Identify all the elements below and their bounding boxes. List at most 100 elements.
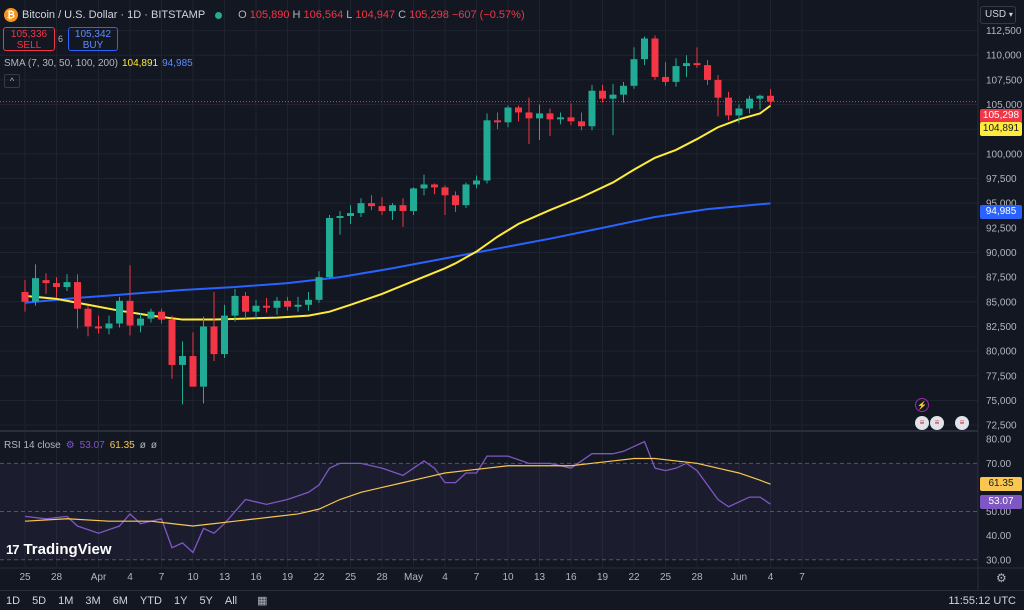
candle-body-4: [63, 282, 71, 288]
candle-body-68: [735, 108, 743, 116]
rsi-ma-price-tag: 61.35: [980, 477, 1022, 491]
candle-body-53: [578, 121, 585, 127]
candle-body-7: [95, 326, 102, 329]
chart-root[interactable]: 112,500110,000107,500105,000102,500100,0…: [0, 0, 1024, 610]
candle-body-10: [126, 300, 134, 326]
candle-body-52: [567, 117, 575, 122]
currency-dropdown[interactable]: USD ▾: [980, 6, 1016, 24]
date-axis-label-3: 4: [127, 572, 133, 583]
rsi-price-tag: 53.07: [980, 495, 1022, 509]
timeframe-6m[interactable]: 6M: [113, 595, 128, 607]
date-axis-label-21: 28: [691, 572, 703, 583]
us-flag-icon-2[interactable]: ≡: [930, 416, 944, 430]
candle-body-29: [326, 217, 333, 278]
date-axis-label-20: 25: [660, 572, 672, 583]
candle-body-47: [515, 107, 522, 113]
rsi-band-background: [0, 463, 978, 560]
candle-body-22: [252, 305, 260, 312]
candle-body-26: [294, 304, 302, 307]
flash-icon[interactable]: ⚡: [915, 398, 929, 412]
candle-body-48: [525, 112, 533, 119]
candle-body-42: [462, 184, 470, 206]
date-axis-label-9: 22: [313, 572, 325, 583]
candle-body-28: [315, 277, 323, 300]
candle-body-51: [557, 117, 564, 120]
buy-button[interactable]: 105,342 BUY: [68, 27, 118, 51]
date-axis-label-22: Jun: [731, 572, 747, 583]
price-axis-label-0: 112,500: [986, 26, 1022, 37]
date-axis-label-7: 16: [250, 572, 262, 583]
candle-body-40: [441, 187, 449, 196]
open-label: O: [238, 9, 247, 21]
open-value: 105,890: [249, 9, 290, 21]
tradingview-wordmark: TradingView: [23, 541, 112, 558]
timeframe-1d[interactable]: 1D: [6, 595, 20, 607]
sell-label: SELL: [16, 40, 42, 51]
us-flag-icon[interactable]: ≡: [915, 416, 929, 430]
price-axis-label-14: 77,500: [986, 371, 1017, 382]
ohlc-values: O 105,890 H 106,564 L 104,947 C 105,298 −607…: [238, 9, 524, 21]
price-axis-label-15: 75,000: [986, 396, 1017, 407]
sell-price: 105,336: [10, 29, 48, 40]
bitcoin-icon: ₿: [4, 8, 18, 22]
timeframe-5d[interactable]: 5D: [32, 595, 46, 607]
price-axis-label-12: 82,500: [986, 322, 1017, 333]
rsi-value: 53.07: [79, 440, 105, 451]
candle-body-21: [242, 295, 249, 312]
symbol-title[interactable]: Bitcoin / U.S. Dollar · 1D · BITSTAMP: [22, 9, 205, 21]
date-axis-label-10: 25: [345, 572, 357, 583]
timeframe-3m[interactable]: 3M: [85, 595, 100, 607]
price-axis-label-11: 85,000: [986, 297, 1017, 308]
candle-body-66: [714, 79, 722, 98]
date-axis-label-19: 22: [628, 572, 640, 583]
market-open-icon: [215, 11, 223, 19]
chart-canvas[interactable]: 112,500110,000107,500105,000102,500100,0…: [0, 0, 1024, 610]
candle-body-5: [74, 282, 81, 309]
candle-body-30: [336, 216, 344, 218]
candle-body-16: [189, 356, 197, 387]
candle-body-67: [725, 97, 732, 116]
timeframe-1y[interactable]: 1Y: [174, 595, 187, 607]
candle-body-46: [504, 107, 512, 123]
date-range-icon[interactable]: ▦: [257, 594, 267, 607]
candle-body-11: [137, 318, 144, 326]
rsi-settings-icon[interactable]: ⚙: [66, 440, 75, 451]
currency-label: USD: [985, 9, 1007, 20]
rsi-axis-label-1: 70.00: [986, 459, 1011, 470]
candle-body-64: [693, 63, 701, 66]
candle-body-45: [494, 120, 501, 123]
chevron-down-icon: ▾: [1008, 10, 1013, 19]
timeframe-bar: 1D 5D 1M 3M 6M YTD 1Y 5Y All ▦ 11:55:12 …: [0, 590, 1024, 610]
price-axis-label-6: 97,500: [986, 174, 1017, 185]
rsi-legend[interactable]: RSI 14 close ⚙ 53.07 61.35 ø ø: [4, 440, 157, 451]
timeframe-ytd[interactable]: YTD: [140, 595, 162, 607]
candle-body-8: [105, 323, 113, 329]
tradingview-logo: 17 TradingView: [6, 541, 112, 558]
price-axis-label-10: 87,500: [986, 273, 1017, 284]
timeframe-5y[interactable]: 5Y: [199, 595, 212, 607]
close-value: 105,298: [409, 9, 449, 21]
candle-body-34: [378, 206, 386, 212]
candle-body-63: [683, 63, 690, 67]
sma-legend[interactable]: SMA (7, 30, 50, 100, 200) 104,891 94,985: [4, 58, 193, 69]
utc-clock[interactable]: 11:55:12 UTC: [948, 595, 1016, 607]
rsi-extra-1: ø: [139, 440, 146, 451]
date-axis-label-8: 19: [282, 572, 294, 583]
buy-price: 105,342: [74, 29, 112, 40]
candle-body-32: [357, 203, 365, 214]
gear-icon[interactable]: ⚙: [996, 571, 1007, 585]
candle-body-71: [767, 95, 774, 102]
candle-body-36: [399, 205, 407, 212]
high-label: H: [292, 9, 301, 21]
timeframe-1m[interactable]: 1M: [58, 595, 73, 607]
sma-slow-price-tag: 94,985: [980, 205, 1022, 219]
collapse-indicators-button[interactable]: ^: [4, 74, 20, 88]
candle-body-59: [641, 38, 648, 60]
sell-button[interactable]: 105,336 SELL: [3, 27, 55, 51]
candle-body-50: [546, 113, 554, 120]
us-flag-icon-3[interactable]: ≡: [955, 416, 969, 430]
timeframe-all[interactable]: All: [225, 595, 237, 607]
sma-label: SMA (7, 30, 50, 100, 200): [4, 58, 118, 69]
date-axis-label-16: 13: [534, 572, 546, 583]
date-axis-label-4: 7: [159, 572, 165, 583]
